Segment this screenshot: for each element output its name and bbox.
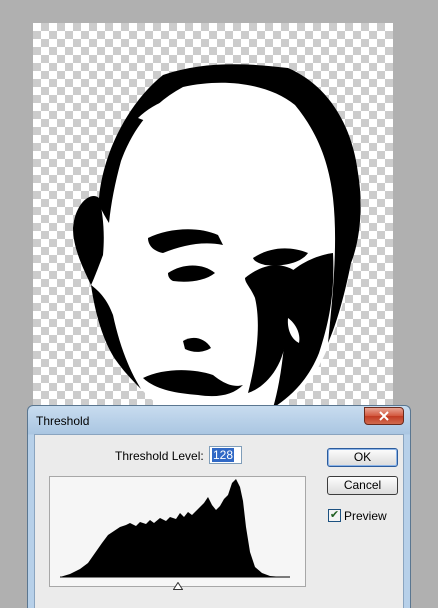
- threshold-level-value: 128: [212, 448, 235, 462]
- close-x-icon: [379, 411, 389, 421]
- threshold-dialog: Threshold Threshold Level: 128 OK Cancel…: [27, 405, 411, 608]
- cancel-button[interactable]: Cancel: [327, 476, 398, 495]
- threshold-level-label: Threshold Level:: [115, 449, 204, 463]
- threshold-level-input[interactable]: 128: [209, 446, 242, 464]
- dialog-client-area: Threshold Level: 128 OK Cancel ✔ Preview: [34, 434, 404, 608]
- triangle-up-icon[interactable]: [173, 582, 183, 590]
- histogram-panel: [49, 476, 306, 587]
- preview-checkbox[interactable]: ✔: [328, 509, 341, 522]
- ok-button[interactable]: OK: [327, 448, 398, 467]
- dialog-title-bar[interactable]: Threshold: [28, 406, 410, 434]
- checkmark-icon: ✔: [329, 509, 340, 521]
- histogram-graph: [60, 479, 290, 578]
- preview-label[interactable]: Preview: [344, 509, 387, 523]
- close-button[interactable]: [364, 407, 404, 425]
- dialog-title: Threshold: [36, 414, 90, 428]
